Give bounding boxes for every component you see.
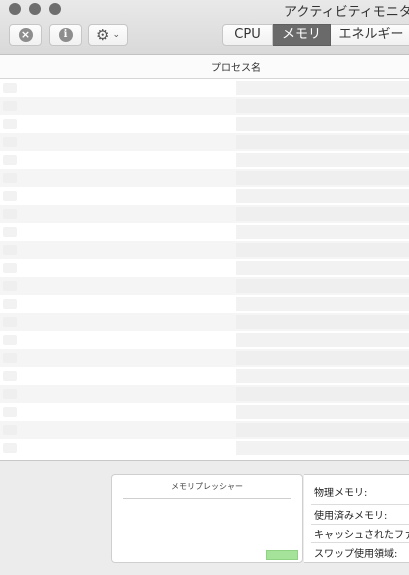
process-value-placeholder	[236, 351, 409, 365]
process-icon-placeholder	[3, 443, 17, 453]
process-value-placeholder	[236, 117, 409, 131]
table-row[interactable]	[0, 223, 409, 241]
process-value-placeholder	[236, 441, 409, 455]
table-row[interactable]	[0, 133, 409, 151]
process-icon-placeholder	[3, 191, 17, 201]
close-window-button[interactable]	[9, 3, 21, 15]
memory-pressure-title: メモリプレッシャー	[171, 482, 243, 491]
process-list[interactable]	[0, 79, 409, 460]
table-row[interactable]	[0, 439, 409, 457]
view-tabs: CPU メモリ エネルギー	[222, 24, 409, 46]
chevron-down-icon: ⌄	[112, 30, 120, 40]
process-value-placeholder	[236, 297, 409, 311]
process-icon-placeholder	[3, 227, 17, 237]
process-icon-placeholder	[3, 263, 17, 273]
process-value-placeholder	[236, 279, 409, 293]
process-icon-placeholder	[3, 173, 17, 183]
action-menu-button[interactable]: ⚙ ⌄	[88, 24, 128, 46]
process-icon-placeholder	[3, 245, 17, 255]
process-value-placeholder	[236, 261, 409, 275]
process-value-placeholder	[236, 207, 409, 221]
process-icon-placeholder	[3, 137, 17, 147]
process-value-placeholder	[236, 387, 409, 401]
info-icon: i	[58, 28, 73, 42]
inspect-process-button[interactable]: i	[49, 24, 82, 46]
stat-physical-memory: 物理メモリ:	[314, 488, 368, 499]
zoom-window-button[interactable]	[49, 3, 61, 15]
process-value-placeholder	[236, 171, 409, 185]
process-value-placeholder	[236, 405, 409, 419]
table-row[interactable]	[0, 151, 409, 169]
table-row[interactable]	[0, 241, 409, 259]
stat-divider	[311, 524, 409, 525]
process-icon-placeholder	[3, 425, 17, 435]
tab-energy[interactable]: エネルギー	[331, 24, 409, 46]
stop-process-icon: ×	[18, 28, 33, 42]
column-header: プロセス名	[0, 55, 409, 79]
stat-divider	[311, 542, 409, 543]
process-value-placeholder	[236, 135, 409, 149]
process-icon-placeholder	[3, 299, 17, 309]
process-icon-placeholder	[3, 335, 17, 345]
table-row[interactable]	[0, 169, 409, 187]
stop-process-button[interactable]: ×	[9, 24, 42, 46]
table-row[interactable]	[0, 277, 409, 295]
memory-pressure-divider	[123, 498, 291, 499]
process-value-placeholder	[236, 369, 409, 383]
process-icon-placeholder	[3, 281, 17, 291]
stat-cached-files: キャッシュされたファ	[314, 530, 409, 541]
memory-pressure-bar	[266, 550, 298, 560]
stat-swap-used: スワップ使用領域:	[314, 549, 398, 560]
process-icon-placeholder	[3, 389, 17, 399]
table-row[interactable]	[0, 259, 409, 277]
table-row[interactable]	[0, 115, 409, 133]
process-value-placeholder	[236, 315, 409, 329]
process-value-placeholder	[236, 99, 409, 113]
memory-summary-panel: メモリプレッシャー 物理メモリ: 使用済みメモリ: キャッシュされたファ スワッ…	[0, 460, 409, 575]
gear-icon: ⚙	[96, 26, 110, 44]
process-icon-placeholder	[3, 155, 17, 165]
table-row[interactable]	[0, 421, 409, 439]
table-row[interactable]	[0, 295, 409, 313]
table-row[interactable]	[0, 331, 409, 349]
process-icon-placeholder	[3, 119, 17, 129]
stat-used-memory: 使用済みメモリ:	[314, 511, 388, 522]
process-value-placeholder	[236, 189, 409, 203]
window-title: アクティビティモニタ	[284, 5, 409, 20]
table-row[interactable]	[0, 313, 409, 331]
stat-divider	[311, 504, 409, 505]
process-icon-placeholder	[3, 101, 17, 111]
memory-stats: 物理メモリ: 使用済みメモリ: キャッシュされたファ スワップ使用領域:	[304, 474, 409, 563]
tab-memory[interactable]: メモリ	[273, 24, 331, 46]
process-value-placeholder	[236, 423, 409, 437]
tab-cpu[interactable]: CPU	[222, 24, 273, 46]
process-icon-placeholder	[3, 209, 17, 219]
table-row[interactable]	[0, 97, 409, 115]
table-row[interactable]	[0, 403, 409, 421]
minimize-window-button[interactable]	[29, 3, 41, 15]
table-row[interactable]	[0, 187, 409, 205]
process-icon-placeholder	[3, 317, 17, 327]
title-bar: アクティビティモニタ × i ⚙ ⌄ CPU メモリ エネルギー	[0, 0, 409, 55]
table-row[interactable]	[0, 349, 409, 367]
process-value-placeholder	[236, 81, 409, 95]
table-row[interactable]	[0, 79, 409, 97]
process-value-placeholder	[236, 153, 409, 167]
process-icon-placeholder	[3, 407, 17, 417]
process-icon-placeholder	[3, 371, 17, 381]
process-icon-placeholder	[3, 353, 17, 363]
table-row[interactable]	[0, 385, 409, 403]
table-row[interactable]	[0, 205, 409, 223]
process-value-placeholder	[236, 225, 409, 239]
table-row[interactable]	[0, 367, 409, 385]
process-value-placeholder	[236, 243, 409, 257]
process-value-placeholder	[236, 333, 409, 347]
column-process-name[interactable]: プロセス名	[211, 59, 261, 74]
process-icon-placeholder	[3, 83, 17, 93]
memory-pressure-graph: メモリプレッシャー	[111, 474, 303, 563]
